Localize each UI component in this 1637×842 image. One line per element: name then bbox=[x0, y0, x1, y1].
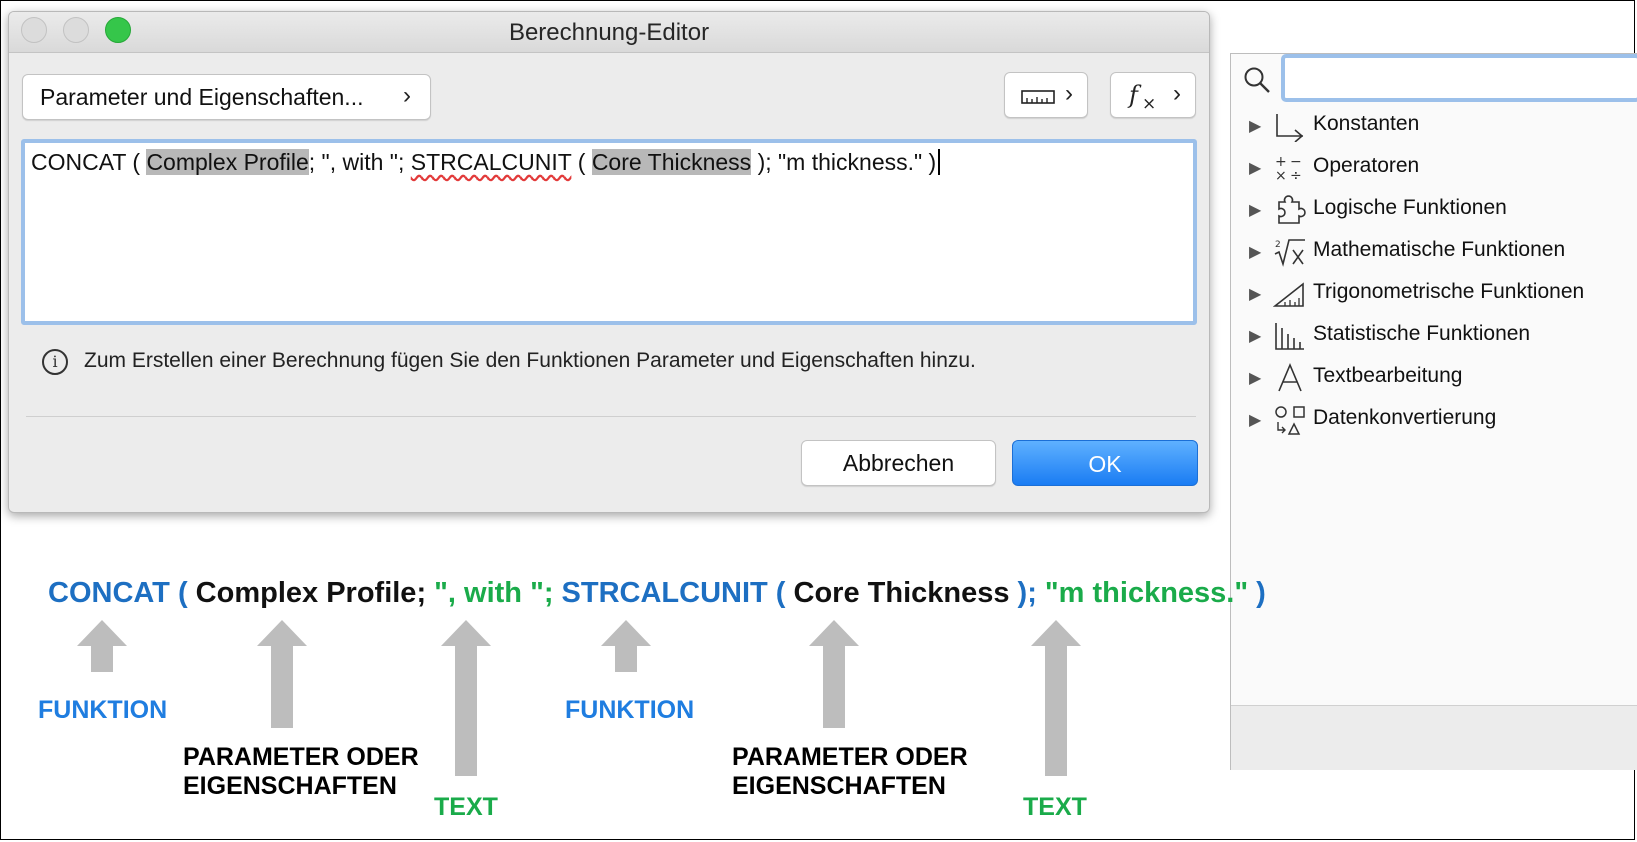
parameters-properties-button[interactable]: Parameter und Eigenschaften... › bbox=[22, 74, 431, 120]
up-arrow-icon bbox=[601, 620, 651, 672]
chevron-right-icon: › bbox=[1065, 80, 1073, 107]
svg-text:×: × bbox=[1275, 168, 1287, 184]
formula-editor[interactable]: CONCAT ( Complex Profile; ", with "; STR… bbox=[21, 139, 1197, 325]
ruler-icon bbox=[1021, 90, 1055, 104]
tree-item-statistische-funktionen[interactable]: ▶ Statistische Funktionen bbox=[1231, 316, 1637, 356]
svg-text:÷: ÷ bbox=[1290, 168, 1302, 184]
annotated-formula: CONCAT ( Complex Profile; ", with "; STR… bbox=[48, 577, 1266, 610]
triangle-ruler-icon bbox=[1273, 282, 1304, 307]
functions-panel: ▶ Konstanten ▶ + − × ÷ Operatoren ▶ Logi… bbox=[1230, 53, 1637, 770]
tree-item-label: Statistische Funktionen bbox=[1313, 322, 1531, 345]
tree-item-logische-funktionen[interactable]: ▶ Logische Funktionen bbox=[1231, 190, 1637, 230]
tree-item-textbearbeitung[interactable]: ▶ Textbearbeitung bbox=[1231, 358, 1637, 398]
ann-function-token: ); bbox=[1009, 577, 1037, 609]
label-parameter-line1: PARAMETER ODER bbox=[183, 743, 419, 771]
label-parameter-line2: EIGENSCHAFTEN bbox=[183, 772, 397, 800]
label-text: TEXT bbox=[434, 793, 498, 821]
text-caret bbox=[938, 149, 941, 175]
disclosure-triangle-icon: ▶ bbox=[1249, 370, 1262, 387]
tree-item-label: Konstanten bbox=[1313, 112, 1420, 135]
ann-parameter-token: Core Thickness bbox=[785, 577, 1010, 609]
tree-item-konstanten[interactable]: ▶ Konstanten bbox=[1231, 106, 1637, 146]
ann-function-token: STRCALCUNIT ( bbox=[553, 577, 786, 609]
up-arrow-icon bbox=[1031, 620, 1081, 776]
disclosure-triangle-icon: ▶ bbox=[1249, 244, 1262, 261]
tree-item-datenkonvertierung[interactable]: ▶ Datenkonvertierung bbox=[1231, 400, 1637, 440]
up-arrow-icon bbox=[77, 620, 127, 672]
puzzle-icon bbox=[1278, 195, 1306, 224]
info-icon: i bbox=[42, 349, 68, 375]
disclosure-triangle-icon: ▶ bbox=[1249, 412, 1262, 429]
formula-text: CONCAT ( Complex Profile; ", with "; STR… bbox=[31, 149, 941, 176]
tree-item-trigonometrische-funktionen[interactable]: ▶ Trigonometrische Funktionen bbox=[1231, 274, 1637, 314]
panel-footer bbox=[1231, 705, 1637, 770]
window-title: Berechnung-Editor bbox=[508, 19, 710, 46]
label-funktion: FUNKTION bbox=[565, 696, 695, 724]
parameters-properties-label: Parameter und Eigenschaften... bbox=[40, 84, 364, 110]
search-icon bbox=[1244, 67, 1270, 93]
label-parameter-line2: EIGENSCHAFTEN bbox=[732, 772, 946, 800]
divider bbox=[26, 416, 1196, 417]
ann-function-token: ) bbox=[1248, 577, 1266, 609]
disclosure-triangle-icon: ▶ bbox=[1249, 328, 1262, 345]
svg-text:2: 2 bbox=[1275, 240, 1281, 250]
ann-text-token: ", with "; bbox=[426, 577, 554, 609]
disclosure-triangle-icon: ▶ bbox=[1249, 160, 1262, 177]
ann-text-token: "m thickness." bbox=[1036, 577, 1249, 609]
cancel-button[interactable]: Abbrechen bbox=[801, 440, 996, 486]
parameter-token[interactable]: Core Thickness bbox=[591, 149, 752, 175]
tree-item-label: Operatoren bbox=[1313, 154, 1420, 177]
chevron-right-icon: › bbox=[1173, 80, 1181, 107]
tree-item-label: Mathematische Funktionen bbox=[1313, 238, 1566, 261]
ann-function-token: CONCAT ( bbox=[48, 577, 188, 609]
disclosure-triangle-icon: ▶ bbox=[1249, 118, 1262, 135]
chevron-right-icon: › bbox=[403, 82, 411, 109]
parameter-token[interactable]: Complex Profile bbox=[146, 149, 309, 175]
tree-item-label: Textbearbeitung bbox=[1313, 364, 1463, 387]
disclosure-triangle-icon: ▶ bbox=[1249, 202, 1262, 219]
operators-icon: + − × ÷ bbox=[1275, 154, 1302, 184]
functions-button[interactable]: f × › bbox=[1110, 72, 1196, 118]
tree-item-label: Logische Funktionen bbox=[1313, 196, 1507, 219]
tree-item-operatoren[interactable]: ▶ + − × ÷ Operatoren bbox=[1231, 148, 1637, 188]
label-text: TEXT bbox=[1023, 793, 1087, 821]
convert-shapes-icon bbox=[1275, 406, 1305, 435]
label-funktion: FUNKTION bbox=[38, 696, 168, 724]
letter-a-icon bbox=[1278, 362, 1302, 392]
bar-chart-icon bbox=[1275, 323, 1304, 350]
units-button[interactable]: › bbox=[1004, 72, 1088, 118]
tree-item-label: Datenkonvertierung bbox=[1313, 406, 1497, 429]
function-token: STRCALCUNIT bbox=[410, 149, 572, 175]
title-bar: Berechnung-Editor bbox=[9, 12, 1209, 53]
ok-button[interactable]: OK bbox=[1012, 440, 1198, 486]
formula-part: ; ", with "; bbox=[308, 149, 411, 175]
label-parameter-line1: PARAMETER ODER bbox=[732, 743, 968, 771]
formula-part: ( bbox=[571, 149, 592, 175]
ann-parameter-token: Complex Profile; bbox=[187, 577, 427, 609]
search-input[interactable] bbox=[1281, 54, 1637, 102]
tree-item-mathematische-funktionen[interactable]: ▶ 2 Mathematische Funktionen bbox=[1231, 232, 1637, 272]
tree-item-label: Trigonometrische Funktionen bbox=[1313, 280, 1585, 303]
disclosure-triangle-icon: ▶ bbox=[1249, 286, 1262, 303]
up-arrow-icon bbox=[441, 620, 491, 776]
svg-text:×: × bbox=[1142, 94, 1156, 111]
function-fx-icon: f × bbox=[1127, 81, 1156, 111]
formula-part: CONCAT ( bbox=[31, 149, 147, 175]
svg-text:f: f bbox=[1127, 81, 1142, 109]
up-arrow-icon bbox=[257, 620, 307, 728]
root-icon: 2 bbox=[1274, 239, 1305, 267]
info-message: Zum Erstellen einer Berechnung fügen Sie… bbox=[84, 349, 976, 372]
up-arrow-icon bbox=[809, 620, 859, 728]
formula-part: ); "m thickness." ) bbox=[751, 149, 937, 175]
calculation-editor-dialog: Berechnung-Editor Parameter und Eigensch… bbox=[8, 11, 1210, 513]
constants-icon bbox=[1276, 114, 1304, 142]
